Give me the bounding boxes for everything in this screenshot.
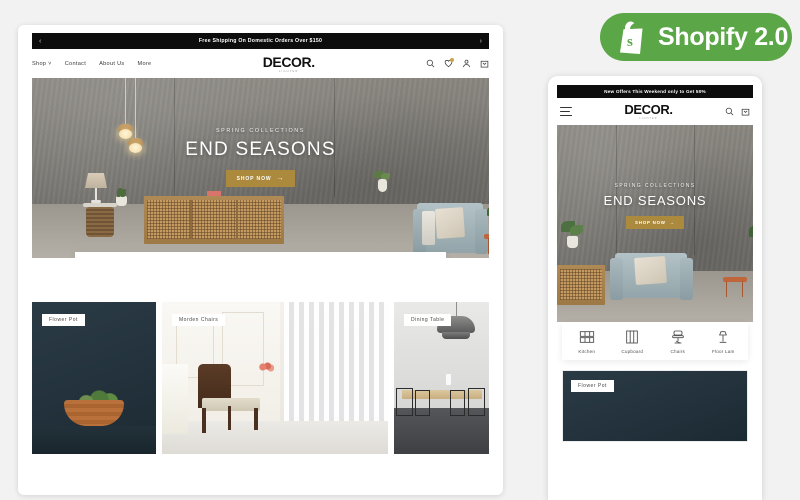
mobile-announcement-bar: New Offers This Weekend only to Get 50% [557,85,753,98]
hamburger-menu-icon[interactable] [560,107,572,116]
hero-copy: SPRING COLLECTIONS END SEASONS SHOP NOW … [32,128,489,187]
shopify-bag-icon: s [618,20,648,54]
category-label: Floor Lam [712,349,735,354]
primary-nav: Shop ˅ Contact About Us More [32,61,151,67]
header-actions [426,58,489,68]
category-floor-lamp[interactable]: Floor Lam [701,329,747,354]
main-header: Shop ˅ Contact About Us More DECOR. LIGH… [32,49,489,78]
mobile-site-logo[interactable]: DECOR. LIGHTER [624,102,673,120]
curtain-art [284,302,388,421]
card-label: Flower Pot [571,380,614,392]
shopify-version-badge: s Shopify 2.0 [600,13,792,61]
wooden-bowl-art [64,400,124,426]
mobile-preview: New Offers This Weekend only to Get 50% … [548,76,762,500]
collection-card-dining-table[interactable]: Dining Table [394,302,489,454]
office-chair-icon [670,329,686,345]
card-label: Morden Chairs [172,314,226,326]
logo-text: DECOR. [262,53,315,70]
wishlist-count-badge [450,58,454,62]
mobile-hero-banner: SPRING COLLECTIONS END SEASONS SHOP NOW … [557,125,753,322]
category-label: Cupboard [621,349,644,354]
hero-title: END SEASONS [603,193,707,208]
shop-now-label: SHOP NOW [635,220,666,225]
cupboard-icon [624,329,640,345]
site-logo[interactable]: DECOR. LIGHTER [263,55,315,73]
mobile-announcement-text: New Offers This Weekend only to Get 50% [604,89,706,94]
nav-item-contact[interactable]: Contact [65,61,86,67]
arrow-right-icon: → [276,175,285,182]
mobile-collection-card-flower-pot[interactable]: Flower Pot [562,370,748,442]
hero-title: END SEASONS [185,139,336,160]
shop-now-button[interactable]: SHOP NOW → [626,216,684,229]
svg-text:s: s [627,34,633,50]
sideboard-cabinet [557,265,605,305]
collection-card-morden-chairs[interactable]: Morden Chairs [162,302,388,454]
collection-cards: Flower Pot Morden Chairs Dining Table [32,302,489,454]
nav-item-more[interactable]: More [138,61,152,67]
category-cupboard[interactable]: Cupboard [610,329,656,354]
shop-now-button[interactable]: SHOP NOW → [225,170,296,187]
hero-subtitle: SPRING COLLECTIONS [614,183,696,189]
desktop-preview: ‹ Free Shipping On Domestic Orders Over … [18,25,503,495]
category-kitchen[interactable]: Kitchen [564,329,610,354]
rattan-basket [86,207,114,237]
shop-now-label: SHOP NOW [236,175,272,182]
kitchen-cabinet-icon [579,329,595,345]
mobile-header: DECOR. LIGHTER [560,98,750,125]
logo-subtext: LIGHTER [278,69,299,73]
category-label: Kitchen [578,349,596,354]
floor-lamp-icon [715,329,731,345]
logo-text: DECOR. [624,102,673,117]
category-chairs[interactable]: Chairs [655,329,701,354]
shopping-bag-icon[interactable] [480,59,489,68]
search-icon[interactable] [426,59,435,68]
shopify-badge-label: Shopify 2.0 [658,22,789,51]
collection-card-flower-pot[interactable]: Flower Pot [32,302,156,454]
theme-preview-stage: s Shopify 2.0 ‹ Free Shipping On Domesti… [0,0,800,500]
card-label: Flower Pot [42,314,85,326]
announcement-bar: ‹ Free Shipping On Domestic Orders Over … [32,33,489,49]
wishlist-heart-icon[interactable] [444,58,454,68]
nav-item-shop[interactable]: Shop ˅ [32,61,52,67]
category-label: Chairs [670,349,685,354]
account-user-icon[interactable] [462,59,471,68]
hero-subtitle: SPRING COLLECTIONS [215,128,305,134]
announcement-text: Free Shipping On Domestic Orders Over $1… [198,38,323,44]
search-icon[interactable] [725,107,734,116]
arrow-right-icon: → [669,220,675,225]
logo-subtext: LIGHTER [639,117,658,120]
shopping-bag-icon[interactable] [741,107,750,116]
chevron-right-icon[interactable]: › [480,38,482,45]
mobile-hero-copy: SPRING COLLECTIONS END SEASONS SHOP NOW … [557,183,753,229]
mobile-category-strip: Kitchen Cupboard Chairs Floor Lam [562,322,748,360]
mobile-header-actions [725,107,750,116]
hero-banner: SPRING COLLECTIONS END SEASONS SHOP NOW … [32,78,489,258]
sideboard-cabinet [144,196,284,244]
category-strip: Kitchen Cupboard [75,252,446,258]
card-label: Dining Table [404,314,452,326]
nav-item-about-us[interactable]: About Us [99,61,124,67]
